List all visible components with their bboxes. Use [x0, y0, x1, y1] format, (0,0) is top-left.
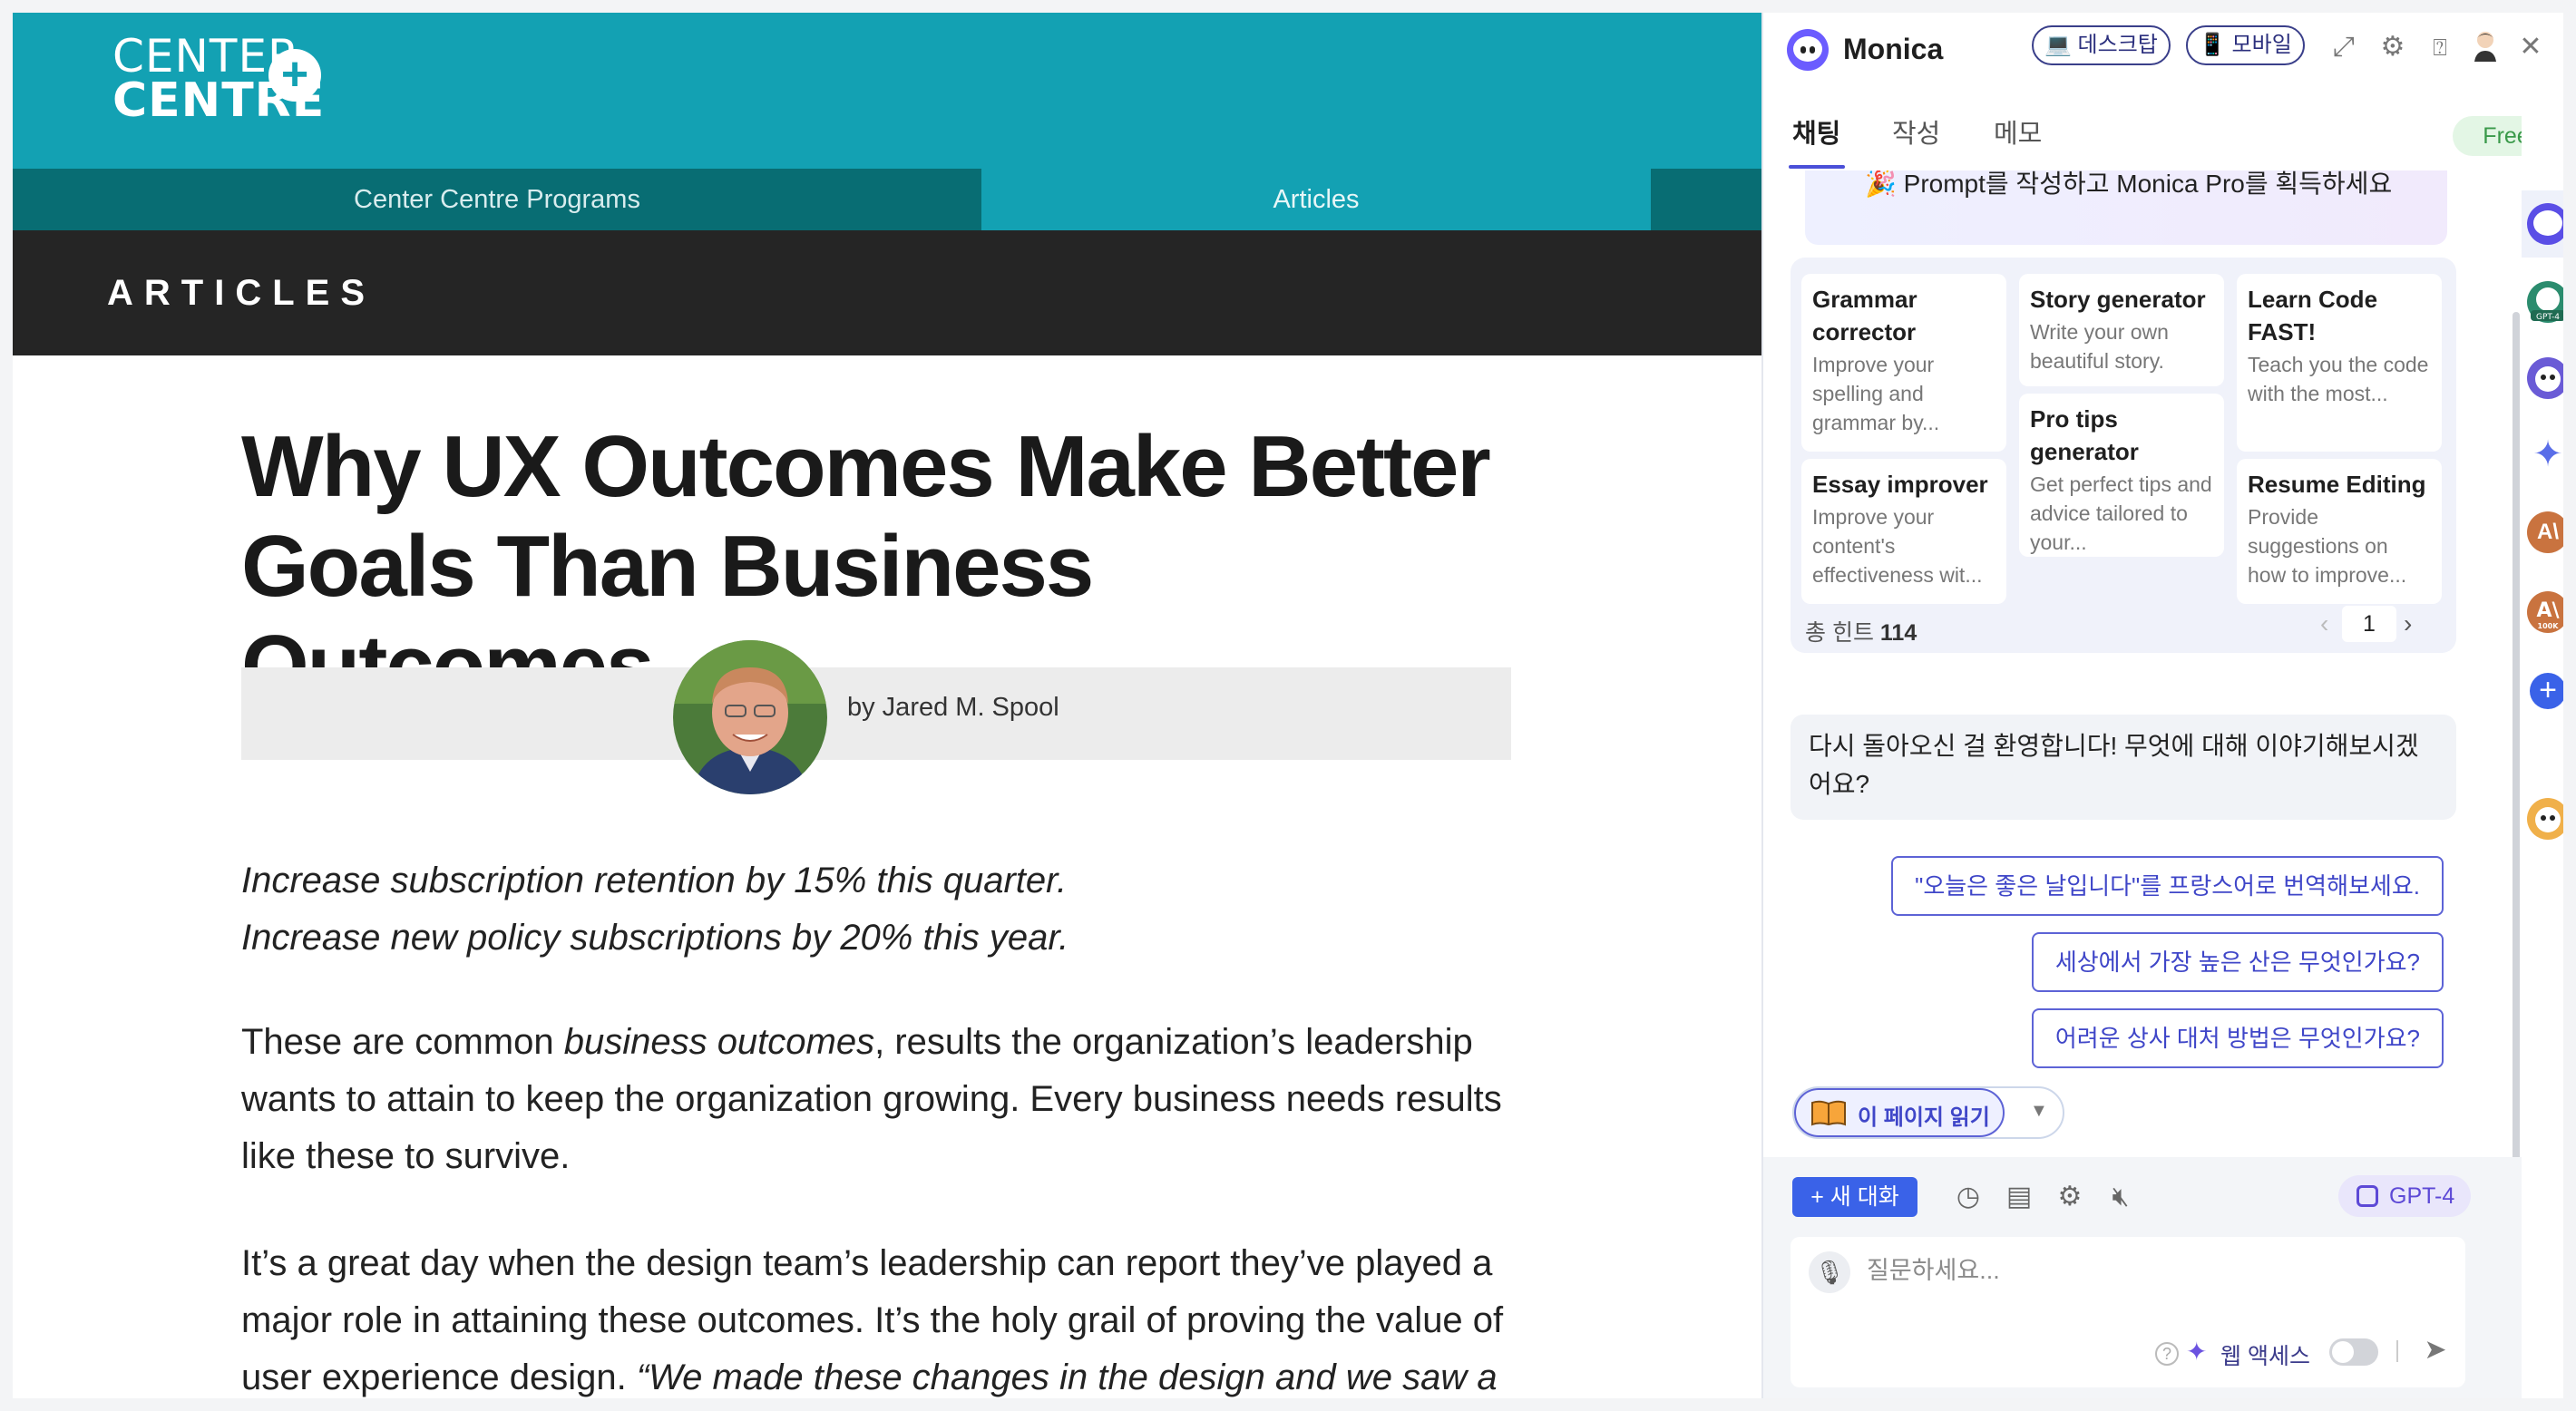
- bot-icon[interactable]: [2527, 357, 2569, 399]
- new-chat-button[interactable]: + 새 대화: [1792, 1177, 1917, 1217]
- svg-text:GPT-4: GPT-4: [2536, 313, 2560, 322]
- monica-sidebar: Monica 💻 데스크탑 📱 모바일 ⤢ ⚙ ⍰ ✕ 채팅 작성 메모 Fre…: [1761, 13, 2569, 1398]
- monica-bot-icon[interactable]: [2527, 203, 2569, 245]
- divider: [2396, 1340, 2398, 1362]
- desktop-app-button[interactable]: 💻 데스크탑: [2032, 25, 2171, 65]
- article-paragraph: These are common business outcomes, resu…: [241, 1014, 1566, 1185]
- gpt4-bot-icon[interactable]: GPT-4: [2527, 281, 2569, 323]
- monica-logo-icon: [1787, 29, 1829, 71]
- summary-icon[interactable]: ▤: [2001, 1179, 2037, 1215]
- prompt-card-title: Story generator: [2030, 286, 2206, 313]
- prompt-card[interactable]: Essay improver Improve your content's ef…: [1801, 459, 2006, 604]
- author-avatar: [673, 640, 827, 794]
- nav-item-programs[interactable]: Center Centre Programs: [13, 169, 981, 230]
- prompt-card-desc: Get perfect tips and advice tailored to …: [2030, 472, 2212, 554]
- prompt-card[interactable]: Story generator Write your own beautiful…: [2019, 274, 2224, 386]
- prompt-card-title: Pro tips generator: [2030, 405, 2139, 465]
- lead-line-2: Increase new policy subscriptions by 20%…: [241, 918, 1069, 958]
- mute-icon[interactable]: 🔇︎: [2103, 1179, 2139, 1215]
- bot-rail: GPT-4 ✦ A\ A\ 100K +: [2522, 92, 2569, 1398]
- svg-text:100K: 100K: [2538, 622, 2560, 630]
- hints-label: 총 힌트: [1805, 620, 1874, 646]
- mobile-app-button[interactable]: 📱 모바일: [2186, 25, 2305, 65]
- page-number: 1: [2342, 606, 2396, 642]
- prompt-banner-text: 🎉 Prompt를 작성하고 Monica Pro를 획득하세요: [1865, 170, 2393, 198]
- help-icon[interactable]: ?: [2155, 1342, 2179, 1366]
- welcome-message: 다시 돌아오신 걸 환영합니다! 무엇에 대해 이야기해보시겠어요?: [1791, 715, 2456, 820]
- site-header: CENTER CENTRE +: [13, 13, 1761, 169]
- monica-title: Monica: [1843, 33, 1944, 65]
- prompt-card-desc: Write your own beautiful story.: [2030, 320, 2169, 373]
- gemini-icon[interactable]: ✦: [2527, 433, 2569, 475]
- prompt-card-title: Grammar corrector: [1812, 286, 1917, 345]
- article-lead: Increase subscription retention by 15% t…: [241, 852, 1566, 967]
- article-paragraph: It’s a great day when the design team’s …: [241, 1235, 1566, 1398]
- prompt-card-title: Essay improver: [1812, 471, 1988, 498]
- tab-chat[interactable]: 채팅: [1792, 112, 1840, 151]
- hints-total: 총 힌트 114: [1805, 615, 1917, 647]
- lead-line-1: Increase subscription retention by 15% t…: [241, 861, 1068, 900]
- logo-plus-icon: +: [268, 49, 321, 102]
- chat-scroll-area[interactable]: 🎉 Prompt를 작성하고 Monica Pro를 획득하세요 Grammar…: [1763, 170, 2522, 1155]
- send-icon[interactable]: ➤: [2416, 1331, 2454, 1369]
- prompt-card[interactable]: Resume Editing Provide suggestions on ho…: [2237, 459, 2442, 604]
- model-selector[interactable]: GPT-4: [2338, 1175, 2471, 1217]
- prompt-card[interactable]: Learn Code FAST! Teach you the code with…: [2237, 274, 2442, 452]
- close-icon[interactable]: ✕: [2513, 29, 2549, 65]
- chat-input-box: 🎙︎ ? ✦ 웹 액세스 ➤: [1791, 1237, 2465, 1387]
- nav-item-articles[interactable]: Articles: [981, 169, 1651, 230]
- section-title: ARTICLES: [107, 273, 376, 313]
- settings-icon[interactable]: ⚙: [2375, 29, 2411, 65]
- add-bot-icon[interactable]: +: [2530, 673, 2566, 709]
- claude-100k-icon[interactable]: A\ 100K: [2527, 591, 2569, 633]
- bot-icon[interactable]: [2527, 798, 2569, 840]
- paragraph-emphasis: business outcomes: [563, 1022, 875, 1062]
- settings-icon[interactable]: ⚙: [2052, 1179, 2088, 1215]
- tab-memo[interactable]: 메모: [1994, 112, 2042, 151]
- section-band: ARTICLES: [13, 230, 1761, 355]
- prompt-card-desc: Teach you the code with the most...: [2248, 353, 2429, 405]
- prompt-card-title: Learn Code FAST!: [2248, 286, 2378, 345]
- claude-icon[interactable]: A\: [2527, 511, 2569, 553]
- site-nav: Center Centre Programs Articles: [13, 169, 1761, 230]
- prompt-card[interactable]: Pro tips generator Get perfect tips and …: [2019, 394, 2224, 557]
- active-tab-indicator: [1789, 165, 1845, 169]
- expand-icon[interactable]: ⤢: [2326, 29, 2362, 65]
- hints-count: 114: [1879, 620, 1917, 646]
- book-icon: [1811, 1100, 1846, 1126]
- monica-tabs: 채팅 작성 메모 Free: [1763, 103, 2565, 170]
- chevron-left-icon[interactable]: ‹: [2320, 609, 2328, 638]
- prompt-grid: Grammar corrector Improve your spelling …: [1791, 258, 2456, 653]
- byline: by Jared M. Spool: [847, 693, 1059, 722]
- prompt-card-desc: Provide suggestions on how to improve...: [2248, 505, 2407, 587]
- prompt-card-title: Resume Editing: [2248, 471, 2426, 498]
- web-access-toggle[interactable]: [2329, 1338, 2378, 1366]
- avatar[interactable]: [2467, 29, 2503, 65]
- monica-header: Monica 💻 데스크탑 📱 모바일 ⤢ ⚙ ⍰ ✕: [1763, 13, 2565, 92]
- history-icon[interactable]: ◷: [1950, 1179, 1986, 1215]
- read-page-label: 이 페이지 읽기: [1858, 1105, 1990, 1130]
- feedback-icon[interactable]: ⍰: [2422, 29, 2458, 65]
- webpage: CENTER CENTRE + Center Centre Programs A…: [13, 13, 1761, 1398]
- chevron-down-icon[interactable]: ▼: [2030, 1101, 2048, 1122]
- scrollbar[interactable]: [2513, 312, 2520, 1164]
- read-page-pill: 이 페이지 읽기: [1794, 1088, 2005, 1137]
- sparkle-icon: ✦: [2186, 1338, 2208, 1366]
- suggestion-button[interactable]: "오늘은 좋은 날입니다"를 프랑스어로 번역해보세요.: [1891, 856, 2444, 916]
- suggestion-button[interactable]: 어려운 상사 대처 방법은 무엇인가요?: [2031, 1008, 2444, 1068]
- tab-write[interactable]: 작성: [1892, 112, 1940, 151]
- read-page-button[interactable]: 이 페이지 읽기 ▼: [1792, 1086, 2064, 1139]
- chevron-right-icon[interactable]: ›: [2404, 609, 2412, 638]
- svg-text:A\: A\: [2536, 599, 2560, 622]
- web-access-label: 웹 액세스: [2220, 1344, 2310, 1369]
- chat-input[interactable]: [1867, 1257, 2411, 1285]
- microphone-icon[interactable]: 🎙︎: [1809, 1251, 1850, 1293]
- chat-composer: + 새 대화 ◷ ▤ ⚙ 🔇︎ GPT-4 🎙︎ ? ✦ 웹 액세스 ➤: [1763, 1157, 2522, 1398]
- prompt-banner[interactable]: 🎉 Prompt를 작성하고 Monica Pro를 획득하세요: [1805, 170, 2447, 245]
- suggestion-button[interactable]: 세상에서 가장 높은 산은 무엇인가요?: [2031, 932, 2444, 992]
- prompt-card-desc: Improve your spelling and grammar by...: [1812, 353, 1940, 434]
- paragraph-text: These are common: [241, 1022, 564, 1062]
- prompt-card[interactable]: Grammar corrector Improve your spelling …: [1801, 274, 2006, 452]
- prompt-card-desc: Improve your content's effectiveness wit…: [1812, 505, 1983, 587]
